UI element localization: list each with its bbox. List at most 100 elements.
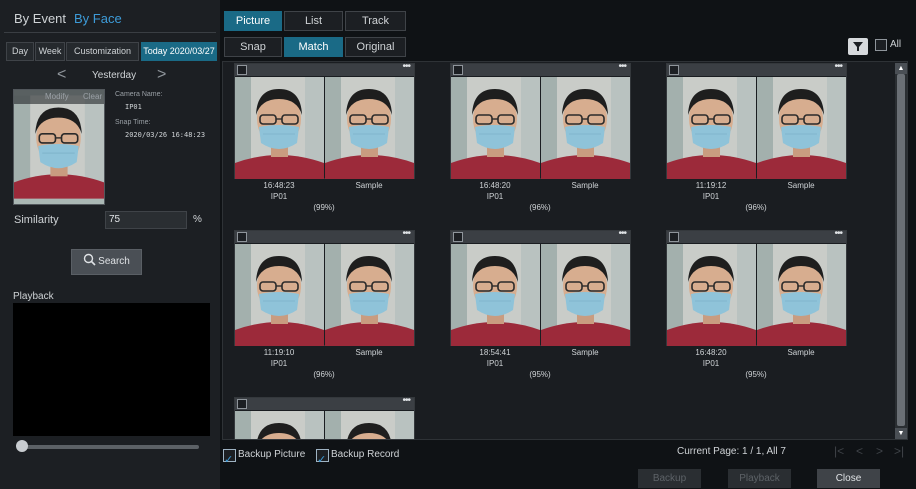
tab-by-event[interactable]: By Event xyxy=(14,6,66,32)
last-page-icon[interactable]: >| xyxy=(894,444,904,458)
next-page-icon[interactable]: > xyxy=(876,444,883,458)
result-similarity: (99%) xyxy=(313,203,335,212)
face-thumbnail-image xyxy=(14,94,104,200)
more-dots-icon[interactable]: ••• xyxy=(402,228,410,239)
select-all-checkbox[interactable] xyxy=(875,39,887,51)
snap-photo[interactable] xyxy=(235,77,324,179)
card-toolbar xyxy=(667,231,846,243)
card-toolbar xyxy=(451,231,630,243)
result-sample-label: Sample xyxy=(787,348,815,357)
playback-slider-handle[interactable] xyxy=(16,440,28,452)
date-today-button[interactable]: Today 2020/03/27 xyxy=(141,42,217,61)
result-similarity: (96%) xyxy=(313,370,335,379)
more-dots-icon[interactable]: ••• xyxy=(402,61,410,72)
tab-divider xyxy=(4,32,216,33)
backup-button[interactable]: Backup xyxy=(638,469,701,488)
backup-record-checkbox[interactable]: ✓ xyxy=(316,449,329,466)
backup-picture-label: Backup Picture xyxy=(238,449,306,460)
search-button[interactable]: Search xyxy=(71,249,142,275)
similarity-input[interactable]: 75 xyxy=(105,211,187,229)
date-day-button[interactable]: Day xyxy=(6,42,34,61)
date-week-button[interactable]: Week xyxy=(35,42,65,61)
sample-photo[interactable] xyxy=(325,77,414,179)
thumbnail-modify-link[interactable]: Modify xyxy=(45,92,69,101)
sample-photo[interactable] xyxy=(757,244,846,346)
tab-snap[interactable]: Snap xyxy=(224,37,282,57)
result-camera: IP01 xyxy=(702,192,720,201)
result-camera: IP01 xyxy=(486,359,504,368)
card-checkbox[interactable] xyxy=(453,65,463,75)
filter-icon xyxy=(853,42,863,51)
card-toolbar xyxy=(667,64,846,76)
more-dots-icon[interactable]: ••• xyxy=(834,61,842,72)
date-nav-label: Yesterday xyxy=(92,70,137,81)
result-card[interactable]: ••• xyxy=(234,61,415,179)
chevron-left-icon[interactable]: < xyxy=(57,67,66,83)
card-checkbox[interactable] xyxy=(237,65,247,75)
search-icon xyxy=(83,253,96,266)
close-button[interactable]: Close xyxy=(817,469,880,488)
result-sample-label: Sample xyxy=(355,181,383,190)
date-customization-button[interactable]: Customization xyxy=(66,42,139,61)
snap-photo[interactable] xyxy=(451,77,540,179)
more-dots-icon[interactable]: ••• xyxy=(618,61,626,72)
results-scrollbar-thumb[interactable] xyxy=(897,74,905,426)
tab-track[interactable]: Track xyxy=(345,11,406,31)
scroll-down-icon[interactable]: ▼ xyxy=(895,428,907,439)
snap-photo[interactable] xyxy=(235,411,324,440)
result-card[interactable]: ••• xyxy=(234,397,415,440)
card-toolbar xyxy=(451,64,630,76)
tab-picture[interactable]: Picture xyxy=(224,11,282,31)
result-camera: IP01 xyxy=(702,359,720,368)
card-checkbox[interactable] xyxy=(453,232,463,242)
snap-photo[interactable] xyxy=(451,244,540,346)
card-checkbox[interactable] xyxy=(237,399,247,409)
result-card[interactable]: ••• xyxy=(450,228,631,346)
first-page-icon[interactable]: |< xyxy=(834,444,844,458)
result-card[interactable]: ••• xyxy=(450,61,631,179)
snap-photo[interactable] xyxy=(235,244,324,346)
card-checkbox[interactable] xyxy=(669,232,679,242)
more-dots-icon[interactable]: ••• xyxy=(834,228,842,239)
search-button-label: Search xyxy=(98,256,130,267)
snap-photo[interactable] xyxy=(667,244,756,346)
result-time: 11:19:12 xyxy=(695,181,727,190)
similarity-unit: % xyxy=(193,214,202,225)
chevron-right-icon[interactable]: > xyxy=(157,67,166,83)
scroll-up-icon[interactable]: ▲ xyxy=(895,63,907,74)
backup-record-label: Backup Record xyxy=(331,449,400,460)
backup-picture-checkbox[interactable]: ✓ xyxy=(223,449,236,466)
more-dots-icon[interactable]: ••• xyxy=(618,228,626,239)
filter-button[interactable] xyxy=(848,38,868,55)
result-camera: IP01 xyxy=(486,192,504,201)
result-similarity: (95%) xyxy=(529,370,551,379)
snap-photo[interactable] xyxy=(667,77,756,179)
tab-match[interactable]: Match xyxy=(284,37,343,57)
result-card[interactable]: ••• xyxy=(666,61,847,179)
camera-name-label: Camera Name: xyxy=(115,91,163,98)
result-time: 16:48:23 xyxy=(263,181,295,190)
tab-by-face[interactable]: By Face xyxy=(74,6,122,32)
card-toolbar xyxy=(235,64,414,76)
sample-photo[interactable] xyxy=(541,244,630,346)
result-time: 16:48:20 xyxy=(479,181,511,190)
playback-button[interactable]: Playback xyxy=(728,469,791,488)
result-card[interactable]: ••• xyxy=(234,228,415,346)
prev-page-icon[interactable]: < xyxy=(856,444,863,458)
playback-screen[interactable] xyxy=(13,303,210,436)
result-card[interactable]: ••• xyxy=(666,228,847,346)
sample-photo[interactable] xyxy=(541,77,630,179)
more-dots-icon[interactable]: ••• xyxy=(402,398,410,406)
tab-original[interactable]: Original xyxy=(345,37,406,57)
thumbnail-clear-link[interactable]: Clear xyxy=(83,92,102,101)
tab-list[interactable]: List xyxy=(284,11,343,31)
card-checkbox[interactable] xyxy=(237,232,247,242)
result-similarity: (95%) xyxy=(745,370,767,379)
playback-slider-track[interactable] xyxy=(18,445,199,449)
sample-photo[interactable] xyxy=(325,411,414,440)
card-toolbar xyxy=(235,231,414,243)
result-sample-label: Sample xyxy=(571,181,599,190)
card-checkbox[interactable] xyxy=(669,65,679,75)
sample-photo[interactable] xyxy=(757,77,846,179)
sample-photo[interactable] xyxy=(325,244,414,346)
